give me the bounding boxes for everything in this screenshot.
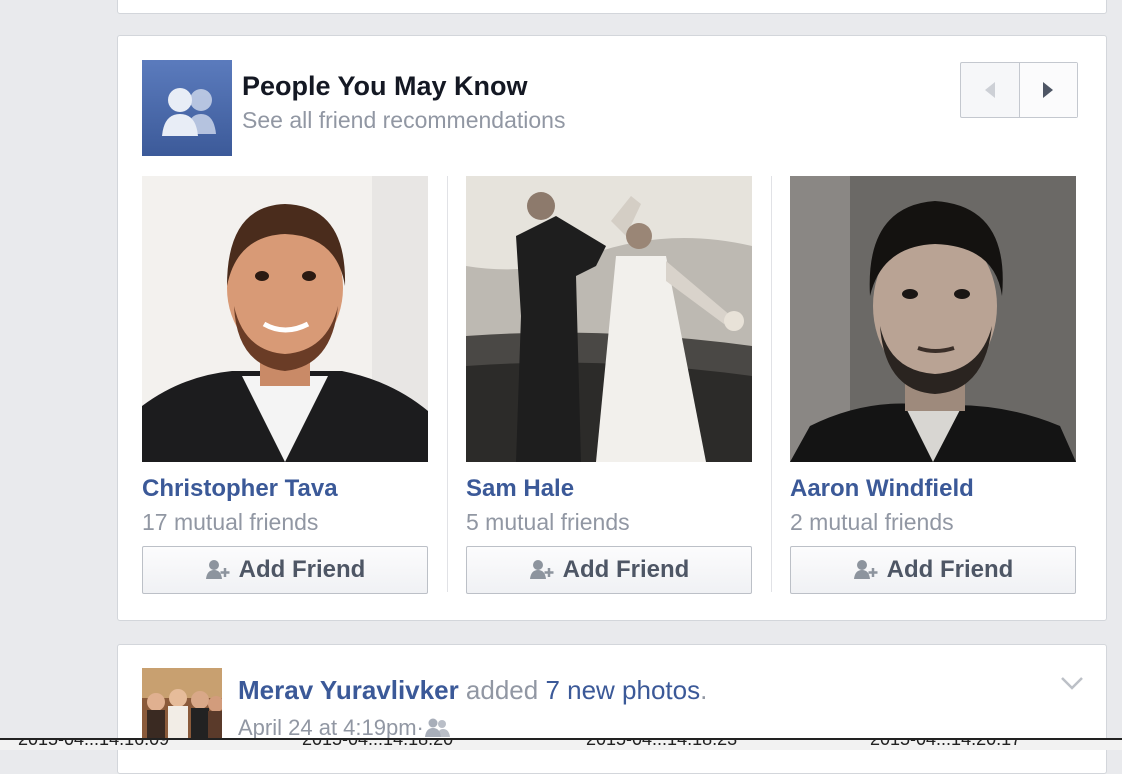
author-avatar[interactable] [142,668,222,748]
add-friend-icon [205,560,230,579]
previous-button[interactable] [961,63,1019,117]
mutual-friends-link[interactable]: 17 mutual friends [142,509,428,536]
story-headline: Merav Yuravlivker added 7 new photos. [238,675,707,706]
filename-label: 2015-04...14.16.09 [18,738,170,749]
profile-photo[interactable] [142,176,428,462]
see-all-recommendations-link[interactable]: See all friend recommendations [242,107,565,134]
add-friend-button[interactable]: Add Friend [466,546,752,594]
add-friend-button[interactable]: Add Friend [790,546,1076,594]
story-action-text: added [458,675,546,705]
carousel-pager [960,62,1078,118]
add-friend-label: Add Friend [886,556,1014,583]
add-friend-icon [853,560,878,579]
feed-story-card: Merav Yuravlivker added 7 new photos. Ap… [117,644,1107,774]
author-name-link[interactable]: Merav Yuravlivker [238,675,459,705]
suggestion-card: Aaron Windfield 2 mutual friends Add Fri… [790,176,1076,594]
story-punctuation: . [700,675,708,705]
previous-feed-card [117,0,1107,14]
divider [771,176,772,592]
friends-icon [142,60,232,156]
chevron-right-icon [1043,82,1054,98]
add-friend-label: Add Friend [238,556,366,583]
suggestion-card: Sam Hale 5 mutual friends Add Friend [466,176,752,594]
friends-audience-icon[interactable] [424,718,450,738]
mutual-friends-link[interactable]: 5 mutual friends [466,509,752,536]
filename-label: 2015-04...14.18.23 [586,738,738,749]
people-you-may-know-card: People You May Know See all friend recom… [117,35,1107,621]
section-title[interactable]: People You May Know [242,71,528,102]
next-button[interactable] [1018,63,1077,117]
person-name-link[interactable]: Aaron Windfield [790,475,1076,503]
filename-label: 2015-04...14.20.17 [870,738,1022,749]
screenshot-filename-strip: 2015-04...14.16.09 2015-04...14.18.20 20… [0,738,1122,750]
story-options-chevron-icon[interactable] [1060,675,1084,696]
person-name-link[interactable]: Sam Hale [466,475,752,503]
mutual-friends-link[interactable]: 2 mutual friends [790,509,1076,536]
add-friend-button[interactable]: Add Friend [142,546,428,594]
profile-photo[interactable] [466,176,752,462]
new-photos-link[interactable]: 7 new photos [545,675,700,705]
chevron-left-icon [984,82,995,98]
add-friend-label: Add Friend [562,556,690,583]
suggestion-card: Christopher Tava 17 mutual friends Add F… [142,176,428,594]
divider [447,176,448,592]
profile-photo[interactable] [790,176,1076,462]
add-friend-icon [529,560,554,579]
person-name-link[interactable]: Christopher Tava [142,475,428,503]
filename-label: 2015-04...14.18.20 [302,738,454,749]
